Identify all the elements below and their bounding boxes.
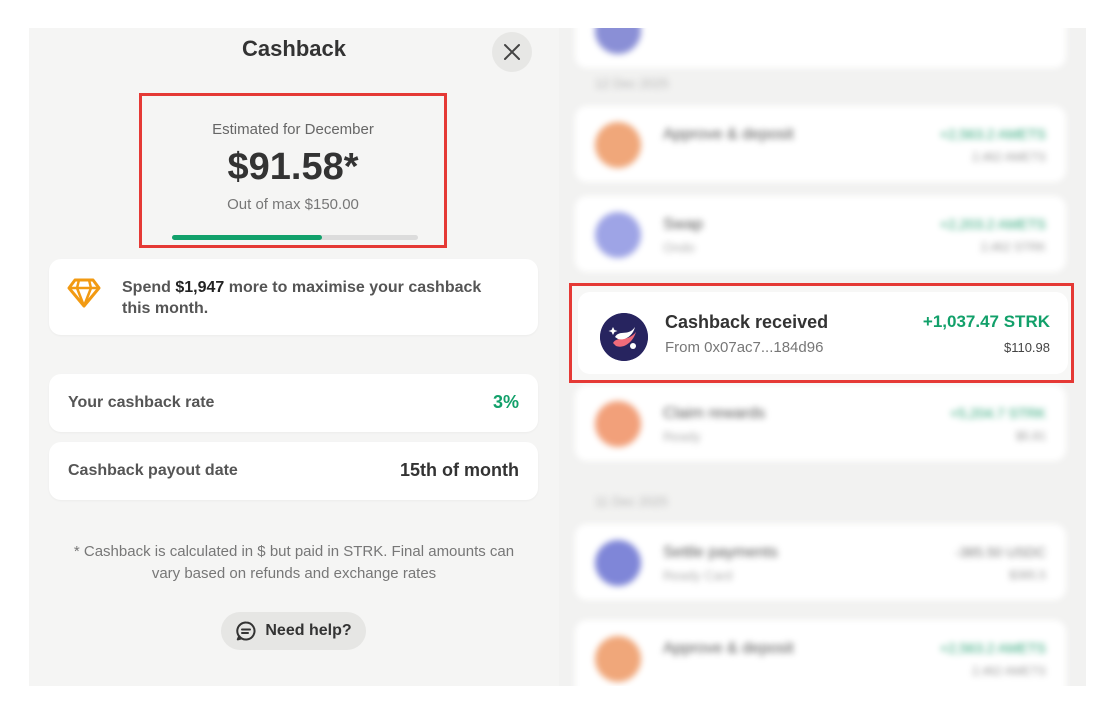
- tx-title: Claim rewards: [663, 405, 766, 422]
- spend-hint-text: Spend $1,947 more to maximise your cashb…: [122, 277, 512, 319]
- tx-title: Approve & deposit: [663, 640, 794, 657]
- tx-amount: +2,563.2 AMETS: [939, 640, 1046, 656]
- starknet-logo-icon: [600, 313, 648, 361]
- tx-title: Settle payments: [663, 544, 778, 561]
- tx-usd: 2,462 AMETS: [971, 664, 1046, 678]
- token-avatar: [595, 212, 641, 258]
- cashback-transaction-highlight: Cashback received From 0x07ac7...184d96 …: [569, 283, 1074, 383]
- list-item[interactable]: Settle payments Ready Card -385.50 USDC …: [575, 524, 1066, 600]
- tx-sub: Ready: [663, 429, 701, 444]
- estimate-label: Estimated for December: [212, 121, 374, 138]
- list-item[interactable]: [575, 28, 1066, 68]
- cashback-footnote: * Cashback is calculated in $ but paid i…: [73, 543, 515, 582]
- cashback-progress-fill: [172, 235, 323, 240]
- spend-hint-prefix: Spend: [122, 279, 176, 296]
- list-item[interactable]: Swap Ondo +2,203.2 AMETS 2,462 STRK: [575, 196, 1066, 272]
- tx-usd: 2,462 STRK: [980, 240, 1046, 254]
- app-frame: Cashback Estimated for December $91.58* …: [29, 28, 1086, 686]
- strk-token-icon: [600, 313, 648, 361]
- tx-amount: -385.50 USDC: [954, 544, 1046, 560]
- cashback-progress-bar: [172, 235, 418, 240]
- list-item[interactable]: Approve & deposit +2,563.2 AMETS 2,462 A…: [575, 620, 1066, 686]
- cashback-panel: Cashback Estimated for December $91.58* …: [29, 28, 559, 686]
- spend-hint-amount: $1,947: [175, 279, 225, 296]
- cashback-rate-row: Your cashback rate 3%: [49, 374, 538, 432]
- close-icon: [504, 44, 520, 60]
- tx-sub: Ready Card: [663, 568, 733, 583]
- rate-label: Your cashback rate: [68, 394, 215, 411]
- estimate-max: Out of max $150.00: [227, 196, 359, 213]
- token-avatar: [595, 540, 641, 586]
- need-help-label: Need help?: [265, 622, 352, 639]
- tx-title: Cashback received: [665, 312, 829, 332]
- tx-amount: +5,204.7 STRK: [949, 405, 1046, 421]
- tx-usd: $110.98: [1003, 340, 1050, 355]
- tx-sender: From 0x07ac7...184d96: [665, 339, 824, 356]
- payout-label: Cashback payout date: [68, 462, 238, 479]
- payout-value: 15th of month: [400, 460, 519, 480]
- list-item[interactable]: Approve & deposit +2,563.2 AMETS 2,462 A…: [575, 106, 1066, 182]
- cashback-transaction[interactable]: Cashback received From 0x07ac7...184d96 …: [578, 292, 1068, 374]
- tx-sub: Ondo: [663, 240, 695, 255]
- close-button[interactable]: [492, 32, 532, 72]
- date-heading: 11 Dec 2025: [595, 494, 668, 509]
- spend-hint-card: Spend $1,947 more to maximise your cashb…: [49, 259, 538, 335]
- token-avatar: [595, 28, 641, 54]
- need-help-button[interactable]: Need help?: [221, 612, 366, 650]
- token-avatar: [595, 122, 641, 168]
- date-heading: 12 Dec 2025: [595, 76, 669, 91]
- tx-amount: +2,563.2 AMETS: [939, 126, 1046, 142]
- tx-usd: $5.81: [1015, 429, 1046, 443]
- list-item[interactable]: Claim rewards Ready +5,204.7 STRK $5.81: [575, 385, 1066, 461]
- payout-date-row: Cashback payout date 15th of month: [49, 442, 538, 500]
- tx-amount: +1,037.47 STRK: [922, 312, 1050, 331]
- estimate-highlight: Estimated for December $91.58* Out of ma…: [139, 93, 447, 248]
- tx-title: Approve & deposit: [663, 126, 794, 143]
- token-avatar: [595, 636, 641, 682]
- rate-value: 3%: [492, 392, 519, 412]
- tx-usd: $385.5: [1009, 568, 1046, 582]
- diamond-icon: [67, 278, 101, 308]
- token-avatar: [595, 401, 641, 447]
- panel-title: Cashback: [242, 36, 346, 61]
- tx-amount: +2,203.2 AMETS: [939, 216, 1046, 232]
- tx-title: Swap: [663, 216, 704, 233]
- estimate-value: $91.58*: [227, 146, 359, 188]
- chat-icon: [236, 621, 256, 641]
- tx-usd: 2,462 AMETS: [971, 150, 1046, 164]
